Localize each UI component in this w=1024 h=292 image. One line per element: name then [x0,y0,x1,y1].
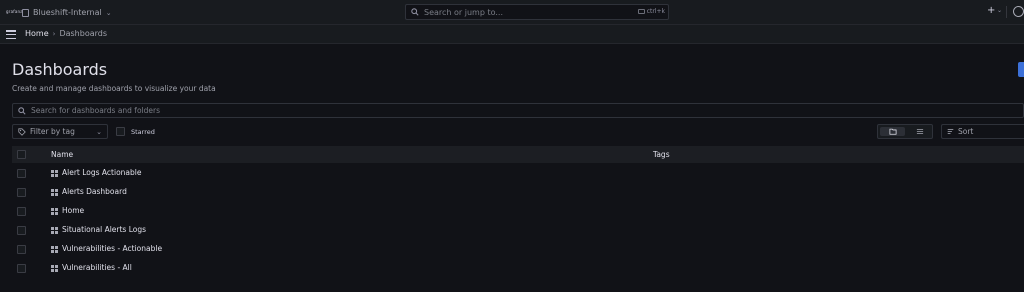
row-checkbox[interactable] [17,169,26,178]
breadcrumb-bar: Home › Dashboards [0,25,1024,44]
list-icon [916,129,923,134]
folder-view-button[interactable] [880,127,905,136]
global-search-placeholder: Search or jump to... [424,7,503,17]
search-icon [18,106,26,115]
dashboard-name[interactable]: Alerts Dashboard [62,187,127,196]
organization-icon [22,8,29,17]
breadcrumb: Home › Dashboards [25,29,107,38]
page-title: Dashboards [12,60,108,79]
row-checkbox[interactable] [17,207,26,216]
table-row[interactable]: Alert Logs Actionable [12,164,1024,183]
dashboard-name[interactable]: Home [62,206,84,215]
tag-icon [18,127,26,136]
row-checkbox[interactable] [17,188,26,197]
table-row[interactable]: Alerts Dashboard [12,183,1024,202]
dashboard-name[interactable]: Vulnerabilities - All [62,263,132,272]
breadcrumb-current: Dashboards [59,29,108,38]
table-row[interactable]: Home [12,202,1024,221]
sort-label: Sort [958,127,974,136]
filter-by-tag-select[interactable]: Filter by tag ⌄ [12,124,108,139]
dashboard-name[interactable]: Situational Alerts Logs [62,225,146,234]
table-row[interactable]: Vulnerabilities - All [12,259,1024,278]
row-checkbox[interactable] [17,226,26,235]
breadcrumb-separator: › [52,29,56,38]
breadcrumb-home[interactable]: Home [25,29,49,38]
page-subtitle: Create and manage dashboards to visualiz… [12,84,216,93]
select-all-checkbox[interactable] [17,150,26,159]
search-shortcut-hint: ctrl+k [637,8,665,15]
folder-icon [889,128,896,135]
chevron-down-icon: ⌄ [96,128,102,136]
divider [1006,6,1007,18]
column-header-name[interactable]: Name [51,150,73,159]
menu-icon[interactable] [6,30,16,39]
org-switcher[interactable]: Blueshift-Internal ⌄ [22,6,112,19]
dashboard-icon [51,170,58,177]
table-header: Name Tags [12,146,1024,163]
sort-icon [947,128,954,135]
new-button[interactable] [1018,62,1024,77]
table-row[interactable]: Situational Alerts Logs [12,221,1024,240]
column-header-tags: Tags [653,150,670,159]
sort-select[interactable]: Sort [941,124,1024,139]
starred-label: Starred [131,127,155,136]
help-icon[interactable] [1013,6,1024,17]
dashboard-icon [51,189,58,196]
row-checkbox[interactable] [17,264,26,273]
dashboard-name[interactable]: Alert Logs Actionable [62,168,141,177]
table-row[interactable]: Vulnerabilities - Actionable [12,240,1024,259]
top-bar: grafana Blueshift-Internal ⌄ Search or j… [0,0,1024,25]
dashboard-name[interactable]: Vulnerabilities - Actionable [62,244,162,253]
search-shortcut-text: ctrl+k [646,8,665,15]
filter-by-tag-label: Filter by tag [30,127,75,136]
dashboard-icon [51,246,58,253]
list-view-button[interactable] [907,125,932,138]
app-logo[interactable]: grafana [6,9,23,14]
chevron-down-icon[interactable]: ⌄ [997,7,1002,14]
starred-checkbox[interactable] [116,127,125,136]
org-name: Blueshift-Internal [33,8,102,17]
row-checkbox[interactable] [17,245,26,254]
search-icon [411,8,419,16]
keyboard-icon [637,9,645,14]
dashboard-icon [51,265,58,272]
new-plus-icon[interactable]: + [987,5,995,16]
dashboard-icon [51,227,58,234]
starred-filter[interactable]: Starred [116,127,155,136]
dashboard-search-input[interactable]: Search for dashboards and folders [12,103,1024,118]
global-search-input[interactable]: Search or jump to... ctrl+k [405,4,669,20]
dashboard-icon [51,208,58,215]
dashboard-search-placeholder: Search for dashboards and folders [31,106,160,115]
view-toggle [877,124,933,139]
chevron-down-icon: ⌄ [105,8,112,17]
